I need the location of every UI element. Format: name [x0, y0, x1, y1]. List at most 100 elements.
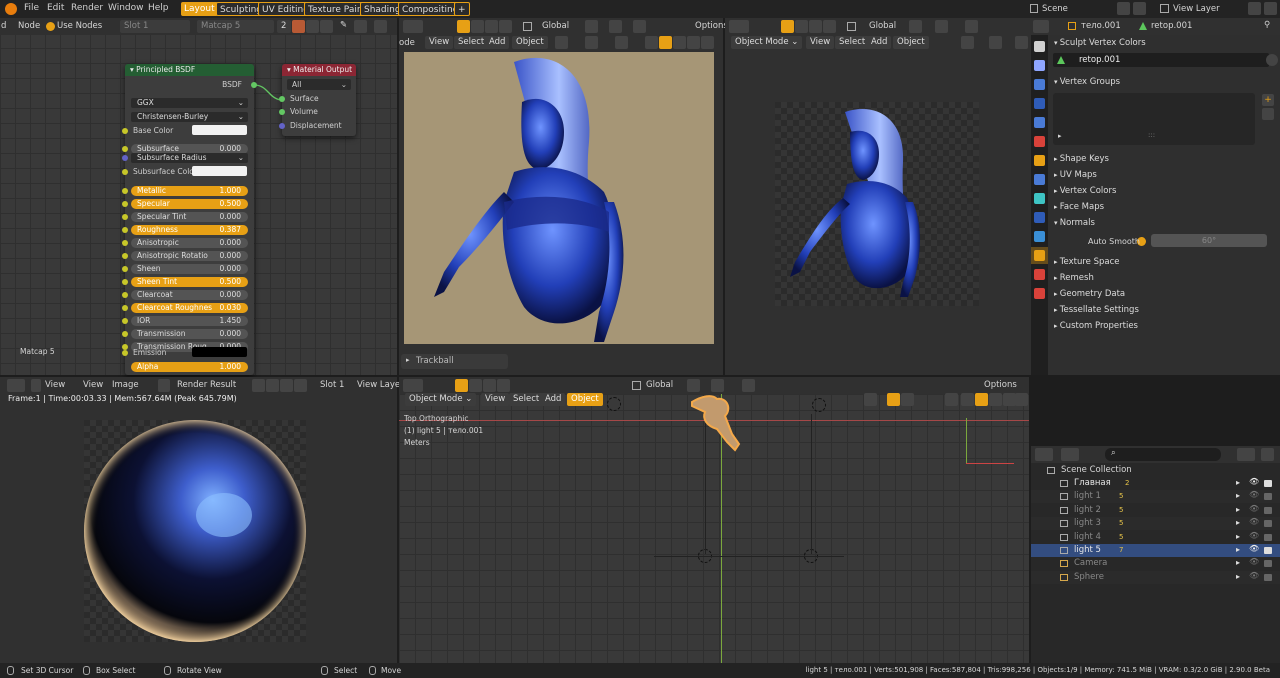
render-camera-icon[interactable] [1264, 480, 1272, 487]
menu-select[interactable]: Select [454, 36, 489, 49]
selectable-arrow-icon[interactable]: ▸ [1236, 518, 1240, 527]
menu-window[interactable]: Window [108, 3, 144, 13]
bsdf-input-socket[interactable] [122, 292, 128, 298]
viewport-c-grid[interactable] [399, 394, 1029, 663]
xray-icon[interactable] [1015, 36, 1028, 49]
collapse-arrow-icon[interactable]: ▸ [406, 356, 410, 364]
bsdf-input-socket[interactable] [122, 305, 128, 311]
properties-tab-world-icon[interactable] [1034, 136, 1045, 147]
visibility-eye-icon[interactable]: 👁 [1249, 557, 1259, 566]
mode-dropdown[interactable]: Object Mode ⌄ [731, 36, 803, 49]
bsdf-field-anisotropic[interactable]: Anisotropic 0.000 [131, 238, 248, 248]
snap-toggle-icon[interactable] [711, 379, 724, 392]
menu-image[interactable]: Image [112, 380, 139, 390]
solid-shading-icon[interactable] [975, 393, 988, 406]
matout-titlebar[interactable]: ▾ Material Output [282, 64, 356, 76]
bsdf-field-clearcoat-roughnes[interactable]: Clearcoat Roughnes 0.030 [131, 303, 248, 313]
add-vertex-group-button[interactable]: + [1262, 94, 1274, 106]
menu-add[interactable]: Add [541, 393, 566, 406]
subsurface-method-dropdown[interactable]: Christensen-Burley ⌄ [131, 112, 248, 122]
render-region[interactable] [775, 102, 979, 306]
panel-sculpt-vertex-colors[interactable]: ▾ Sculpt Vertex Colors [1048, 35, 1280, 51]
bsdf-input-socket[interactable] [122, 331, 128, 337]
bsdf-field-specular[interactable]: Specular 0.500 [131, 199, 248, 209]
panel-normals[interactable]: ▾ Normals [1048, 215, 1280, 231]
selectable-arrow-icon[interactable]: ▸ [1236, 558, 1240, 567]
outliner-row-light-5[interactable]: light 5 7 ▸ 👁 [1031, 544, 1280, 557]
view-mode-icon[interactable] [31, 379, 41, 392]
panel-tessellate-settings[interactable]: ▸ Tessellate Settings [1048, 302, 1280, 318]
visibility-eye-icon[interactable]: 👁 [1249, 571, 1259, 580]
menu-select[interactable]: Select [835, 36, 870, 49]
select-invert-icon[interactable] [823, 20, 836, 33]
menu-view[interactable]: View [425, 36, 454, 49]
menu-file[interactable]: File [24, 3, 39, 13]
subsurface-color-swatch[interactable] [192, 166, 247, 176]
proportional-icon[interactable] [633, 20, 646, 33]
new-collection-icon[interactable] [1261, 448, 1274, 461]
viewport-a[interactable]: Global Options ode View Select Add Objec… [399, 18, 728, 375]
outliner-row-light-2[interactable]: light 2 5 ▸ 👁 [1031, 504, 1280, 517]
bsdf-input-socket[interactable] [122, 227, 128, 233]
principled-bsdf-node[interactable]: ▾ Principled BSDF BSDF GGX ⌄ Christensen-… [122, 64, 257, 375]
select-mode-icon[interactable] [457, 20, 470, 33]
bsdf-input-socket[interactable] [122, 201, 128, 207]
bsdf-input-socket[interactable] [122, 266, 128, 272]
proportional-icon[interactable] [742, 379, 755, 392]
menu-edit[interactable]: Edit [47, 3, 64, 13]
matout-target-dropdown[interactable]: All ⌄ [287, 79, 351, 90]
view-layer-name[interactable]: View Layer [1173, 4, 1220, 14]
outliner[interactable]: ⌕ Scene Collection Главная 2 ▸ 👁 light 1 5 ▸ 👁 l… [1031, 446, 1280, 663]
mode-dropdown[interactable]: Object Mode ⌄ [405, 393, 477, 406]
selectable-arrow-icon[interactable]: ▸ [1236, 532, 1240, 541]
subsurface-radius-dropdown[interactable]: Subsurface Radius ⌄ [131, 153, 248, 163]
selectable-arrow-icon[interactable]: ▸ [1236, 545, 1240, 554]
alpha-field[interactable]: Alpha 1.000 [131, 362, 248, 372]
remove-vertex-group-button[interactable] [1262, 108, 1274, 120]
overlay-icon[interactable] [585, 36, 598, 49]
menu-view[interactable]: View [83, 380, 103, 390]
emission-socket[interactable] [122, 350, 128, 356]
render-camera-icon[interactable] [1264, 533, 1272, 541]
panel-vertex-colors[interactable]: ▸ Vertex Colors [1048, 183, 1280, 199]
properties-tab-texture-icon[interactable] [1034, 288, 1045, 299]
pin-icon[interactable]: ⚲ [1264, 20, 1270, 30]
wireframe-shading-icon[interactable] [961, 393, 974, 406]
transform-orientation[interactable]: Global [646, 380, 673, 390]
menu-add[interactable]: Add [485, 36, 510, 49]
rendered-shading-icon[interactable] [687, 36, 700, 49]
blender-logo-icon[interactable] [5, 3, 17, 15]
bsdf-input-socket[interactable] [122, 253, 128, 259]
bsdf-input-socket[interactable] [122, 240, 128, 246]
selectable-arrow-icon[interactable]: ▸ [1236, 491, 1240, 500]
select-mode-icon[interactable] [781, 20, 794, 33]
slot-dropdown[interactable]: Slot 1 [320, 380, 344, 390]
proportional-icon[interactable] [965, 20, 978, 33]
shading-options-icon[interactable] [701, 36, 714, 49]
render-camera-icon[interactable] [1264, 547, 1272, 554]
editor-type-icon[interactable] [729, 20, 749, 33]
shading-options-icon[interactable] [1015, 393, 1028, 406]
auto-smooth-angle-field[interactable]: 60° [1151, 234, 1267, 247]
select-extend-icon[interactable] [471, 20, 484, 33]
gizmo-icon[interactable] [864, 393, 877, 406]
select-subtract-icon[interactable] [809, 20, 822, 33]
properties-tab-view-layer-icon[interactable] [1034, 98, 1045, 109]
properties-tab-tool-icon[interactable] [1034, 41, 1045, 52]
tab-compositing[interactable]: Compositing [398, 2, 463, 16]
options-menu[interactable]: Options [695, 21, 728, 31]
view-layer-copy-icon[interactable] [1248, 2, 1261, 15]
snap-toggle-icon[interactable] [935, 20, 948, 33]
overlay-icon[interactable] [989, 36, 1002, 49]
filter-icon[interactable] [1237, 448, 1255, 461]
properties-tab-scene-icon[interactable] [1034, 117, 1045, 128]
properties-tab-modifier-icon[interactable] [1034, 174, 1045, 185]
panel-texture-space[interactable]: ▸ Texture Space [1048, 254, 1280, 270]
menu-object[interactable]: Object [512, 36, 548, 49]
select-subtract-icon[interactable] [485, 20, 498, 33]
menu-view[interactable]: View [806, 36, 835, 49]
panel-face-maps[interactable]: ▸ Face Maps [1048, 199, 1280, 215]
volume-socket[interactable] [279, 109, 285, 115]
outliner-row-главная[interactable]: Главная 2 ▸ 👁 [1031, 477, 1280, 490]
view-layer-dropdown[interactable]: View Layer [357, 380, 404, 390]
